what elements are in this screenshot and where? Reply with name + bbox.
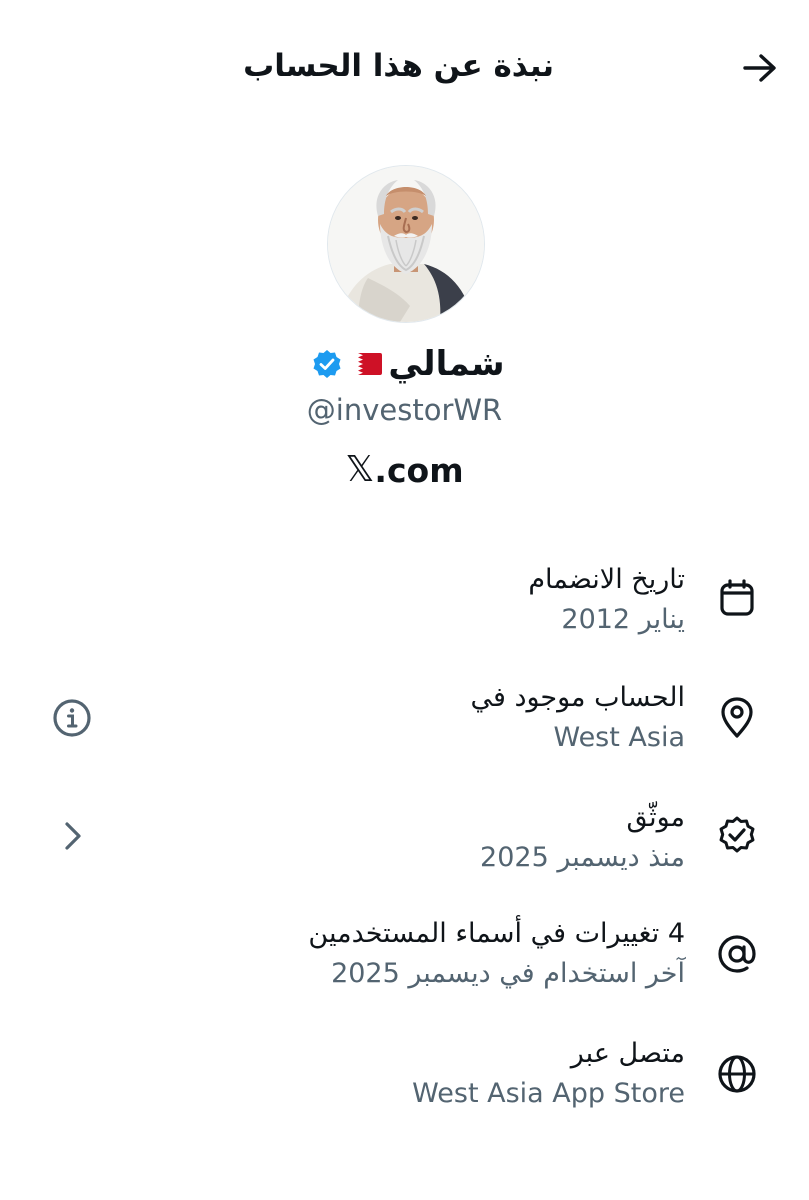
location-pin-icon <box>711 692 763 744</box>
username-handle: @investorWR <box>306 393 503 427</box>
verified-label: موثّق <box>626 802 685 833</box>
joined-value: يناير 2012 <box>561 604 685 635</box>
connected-via-row: متصل عبر West Asia App Store <box>0 1034 809 1134</box>
globe-icon <box>711 1048 763 1100</box>
username-changes-value: آخر استخدام في ديسمبر 2025 <box>331 958 685 989</box>
location-label: الحساب موجود في <box>470 682 685 713</box>
avatar-portrait <box>328 166 484 322</box>
website-link[interactable]: 𝕏 .com <box>0 448 809 492</box>
calendar-icon <box>711 572 763 624</box>
username-changes-label: 4 تغييرات في أسماء المستخدمين <box>308 918 685 949</box>
joined-label: تاريخ الانضمام <box>528 564 685 595</box>
display-name: شمالي <box>388 344 505 384</box>
connected-via-value: West Asia App Store <box>412 1078 685 1109</box>
page-title: نبذة عن هذا الحساب <box>243 48 554 84</box>
verified-check-icon <box>711 810 763 862</box>
avatar[interactable] <box>327 165 485 323</box>
top-bar: نبذة عن هذا الحساب <box>0 0 809 132</box>
location-info-button[interactable] <box>48 694 96 742</box>
location-value: West Asia <box>553 722 685 753</box>
profile-name-row: شمالي <box>0 342 809 386</box>
verified-value: منذ ديسمبر 2025 <box>480 842 685 873</box>
verified-details-button[interactable] <box>48 812 96 860</box>
x-logo: 𝕏 <box>345 449 375 490</box>
verified-badge-icon <box>313 350 341 378</box>
account-location-row: الحساب موجود في West Asia <box>0 678 809 778</box>
connected-via-label: متصل عبر <box>570 1038 685 1069</box>
joined-date-row: تاريخ الانضمام يناير 2012 <box>0 560 809 660</box>
arrow-right-icon <box>743 54 776 82</box>
info-icon <box>53 699 91 737</box>
bahrain-flag-icon <box>348 353 383 375</box>
username-changes-row: 4 تغييرات في أسماء المستخدمين آخر استخدا… <box>0 914 809 1014</box>
verified-row[interactable]: موثّق منذ ديسمبر 2025 <box>0 798 809 898</box>
website-domain: .com <box>374 450 464 490</box>
chevron-right-icon <box>65 822 81 850</box>
at-sign-icon <box>711 928 763 980</box>
back-button[interactable] <box>738 46 782 90</box>
